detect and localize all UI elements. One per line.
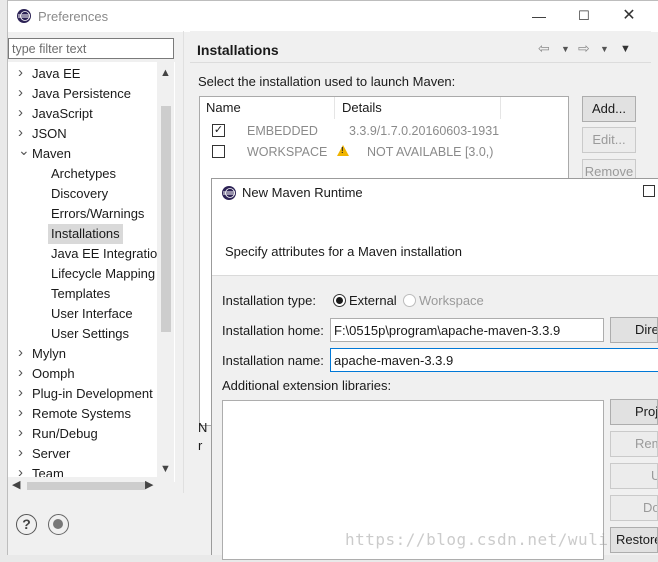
scroll-up-icon[interactable]: ▲ xyxy=(160,67,171,79)
tree-item-label: Archetypes xyxy=(51,166,117,181)
external-radio[interactable] xyxy=(333,294,346,307)
directory-button[interactable]: Direc xyxy=(610,317,658,343)
external-radio-label[interactable]: External xyxy=(349,293,397,308)
tree-item-label: Oomph xyxy=(32,366,75,381)
eclipse-app-icon xyxy=(17,9,31,23)
chevron-right-icon[interactable]: › xyxy=(18,423,28,443)
scroll-left-icon[interactable]: ◀ xyxy=(12,478,20,491)
table-cell-name: EMBEDDED xyxy=(247,124,318,138)
chevron-right-icon[interactable]: › xyxy=(18,383,28,403)
column-header-name[interactable]: Name xyxy=(206,100,241,115)
chevron-right-icon[interactable]: › xyxy=(18,103,28,123)
tree-item-label: Maven xyxy=(32,146,72,161)
installation-home-label: Installation home: xyxy=(222,323,324,338)
edit-button[interactable]: Edit... xyxy=(582,127,636,153)
tree-item-label: JSON xyxy=(32,126,67,141)
dialog-description: Specify attributes for a Maven installat… xyxy=(225,244,463,259)
installation-name-label: Installation name: xyxy=(222,353,324,368)
installation-name-input[interactable] xyxy=(330,348,658,372)
sash-divider[interactable] xyxy=(183,31,184,493)
view-menu-icon[interactable]: ▼ xyxy=(620,43,631,55)
tree-item-label: Plug-in Development xyxy=(32,386,153,401)
row-checkbox[interactable] xyxy=(212,145,225,158)
tree-item-label: User Interface xyxy=(51,306,133,321)
dialog-title: New Maven Runtime xyxy=(242,185,363,200)
preferences-tree: › Java EE › Java Persistence › JavaScript › JSO… xyxy=(8,62,175,482)
chevron-right-icon[interactable]: › xyxy=(18,343,28,363)
remove-library-button[interactable]: Rem xyxy=(610,431,658,457)
table-cell-name: WORKSPACE xyxy=(247,145,328,159)
tree-item-label: Errors/Warnings xyxy=(51,206,145,221)
chevron-right-icon[interactable]: › xyxy=(18,363,28,383)
title-bar[interactable]: Preferences — ☐ ✕ xyxy=(8,1,658,32)
tree-item-label: Run/Debug xyxy=(32,426,98,441)
close-button[interactable]: ✕ xyxy=(618,5,640,27)
column-separator xyxy=(334,97,335,119)
installation-home-input[interactable] xyxy=(330,318,604,342)
chevron-right-icon[interactable]: › xyxy=(18,83,28,103)
move-down-button[interactable]: Do xyxy=(610,495,658,521)
chevron-down-icon[interactable]: ▼ xyxy=(561,44,570,54)
tree-item-label: Java EE Integration xyxy=(51,246,165,261)
watermark: https://blog.csdn.net/wuli xyxy=(345,530,609,549)
chevron-down-icon[interactable]: ▼ xyxy=(600,44,609,54)
tree-item-label: Templates xyxy=(51,286,111,301)
chevron-right-icon[interactable]: › xyxy=(18,403,28,423)
table-cell-details: NOT AVAILABLE [3.0,) xyxy=(367,145,494,159)
column-separator xyxy=(500,97,501,119)
add-button[interactable]: Add... xyxy=(582,96,636,122)
extension-libraries-label: Additional extension libraries: xyxy=(222,378,392,393)
tree-item-label: Remote Systems xyxy=(32,406,131,421)
tree-item-label: User Settings xyxy=(51,326,130,341)
eclipse-app-icon xyxy=(222,186,236,200)
filter-input[interactable] xyxy=(8,38,174,59)
forward-arrow-icon[interactable]: ⇨ xyxy=(578,40,590,57)
chevron-right-icon[interactable]: › xyxy=(18,63,28,83)
minimize-button[interactable]: — xyxy=(528,5,550,27)
scroll-thumb[interactable] xyxy=(27,482,145,490)
workspace-radio-label[interactable]: Workspace xyxy=(419,293,484,308)
scroll-thumb[interactable] xyxy=(161,106,171,332)
tree-item-label: Java Persistence xyxy=(32,86,131,101)
tree-item-label: Mylyn xyxy=(32,346,66,361)
tree-item-label: Installations xyxy=(48,224,123,244)
warning-icon: ! xyxy=(341,146,344,155)
partially-hidden-text: N xyxy=(198,420,208,435)
tree-item-label: JavaScript xyxy=(32,106,93,121)
project-button[interactable]: Proj xyxy=(610,399,658,425)
maximize-button[interactable]: ☐ xyxy=(573,5,595,27)
tree-item-label: Discovery xyxy=(51,186,109,201)
row-checkbox[interactable]: ✓ xyxy=(212,124,225,137)
installation-type-label: Installation type: xyxy=(222,293,316,308)
help-icon[interactable]: ? xyxy=(16,514,37,535)
scroll-down-icon[interactable]: ▼ xyxy=(160,463,171,475)
workspace-radio[interactable] xyxy=(403,294,416,307)
import-preferences-icon[interactable] xyxy=(48,514,69,535)
partially-hidden-text: r xyxy=(198,438,203,453)
dialog-banner xyxy=(212,209,658,276)
column-header-details[interactable]: Details xyxy=(342,100,382,115)
tree-item-label: Java EE xyxy=(32,66,81,81)
page-title: Installations xyxy=(197,42,279,58)
installations-prompt: Select the installation used to launch M… xyxy=(198,74,456,89)
maximize-button[interactable] xyxy=(643,185,655,197)
table-cell-details: 3.3.9/1.7.0.20160603-1931 xyxy=(349,124,500,138)
chevron-right-icon[interactable]: › xyxy=(18,443,28,463)
tree-item-label: Lifecycle Mapping xyxy=(51,266,156,281)
chevron-down-icon[interactable]: ⌄ xyxy=(18,140,30,160)
tree-item-label: Server xyxy=(32,446,71,461)
restore-button[interactable]: Restore xyxy=(610,527,658,553)
window-title: Preferences xyxy=(38,9,109,24)
back-arrow-icon[interactable]: ⇦ xyxy=(538,40,550,57)
move-up-button[interactable]: U xyxy=(610,463,658,489)
scroll-right-icon[interactable]: ▶ xyxy=(145,478,153,491)
